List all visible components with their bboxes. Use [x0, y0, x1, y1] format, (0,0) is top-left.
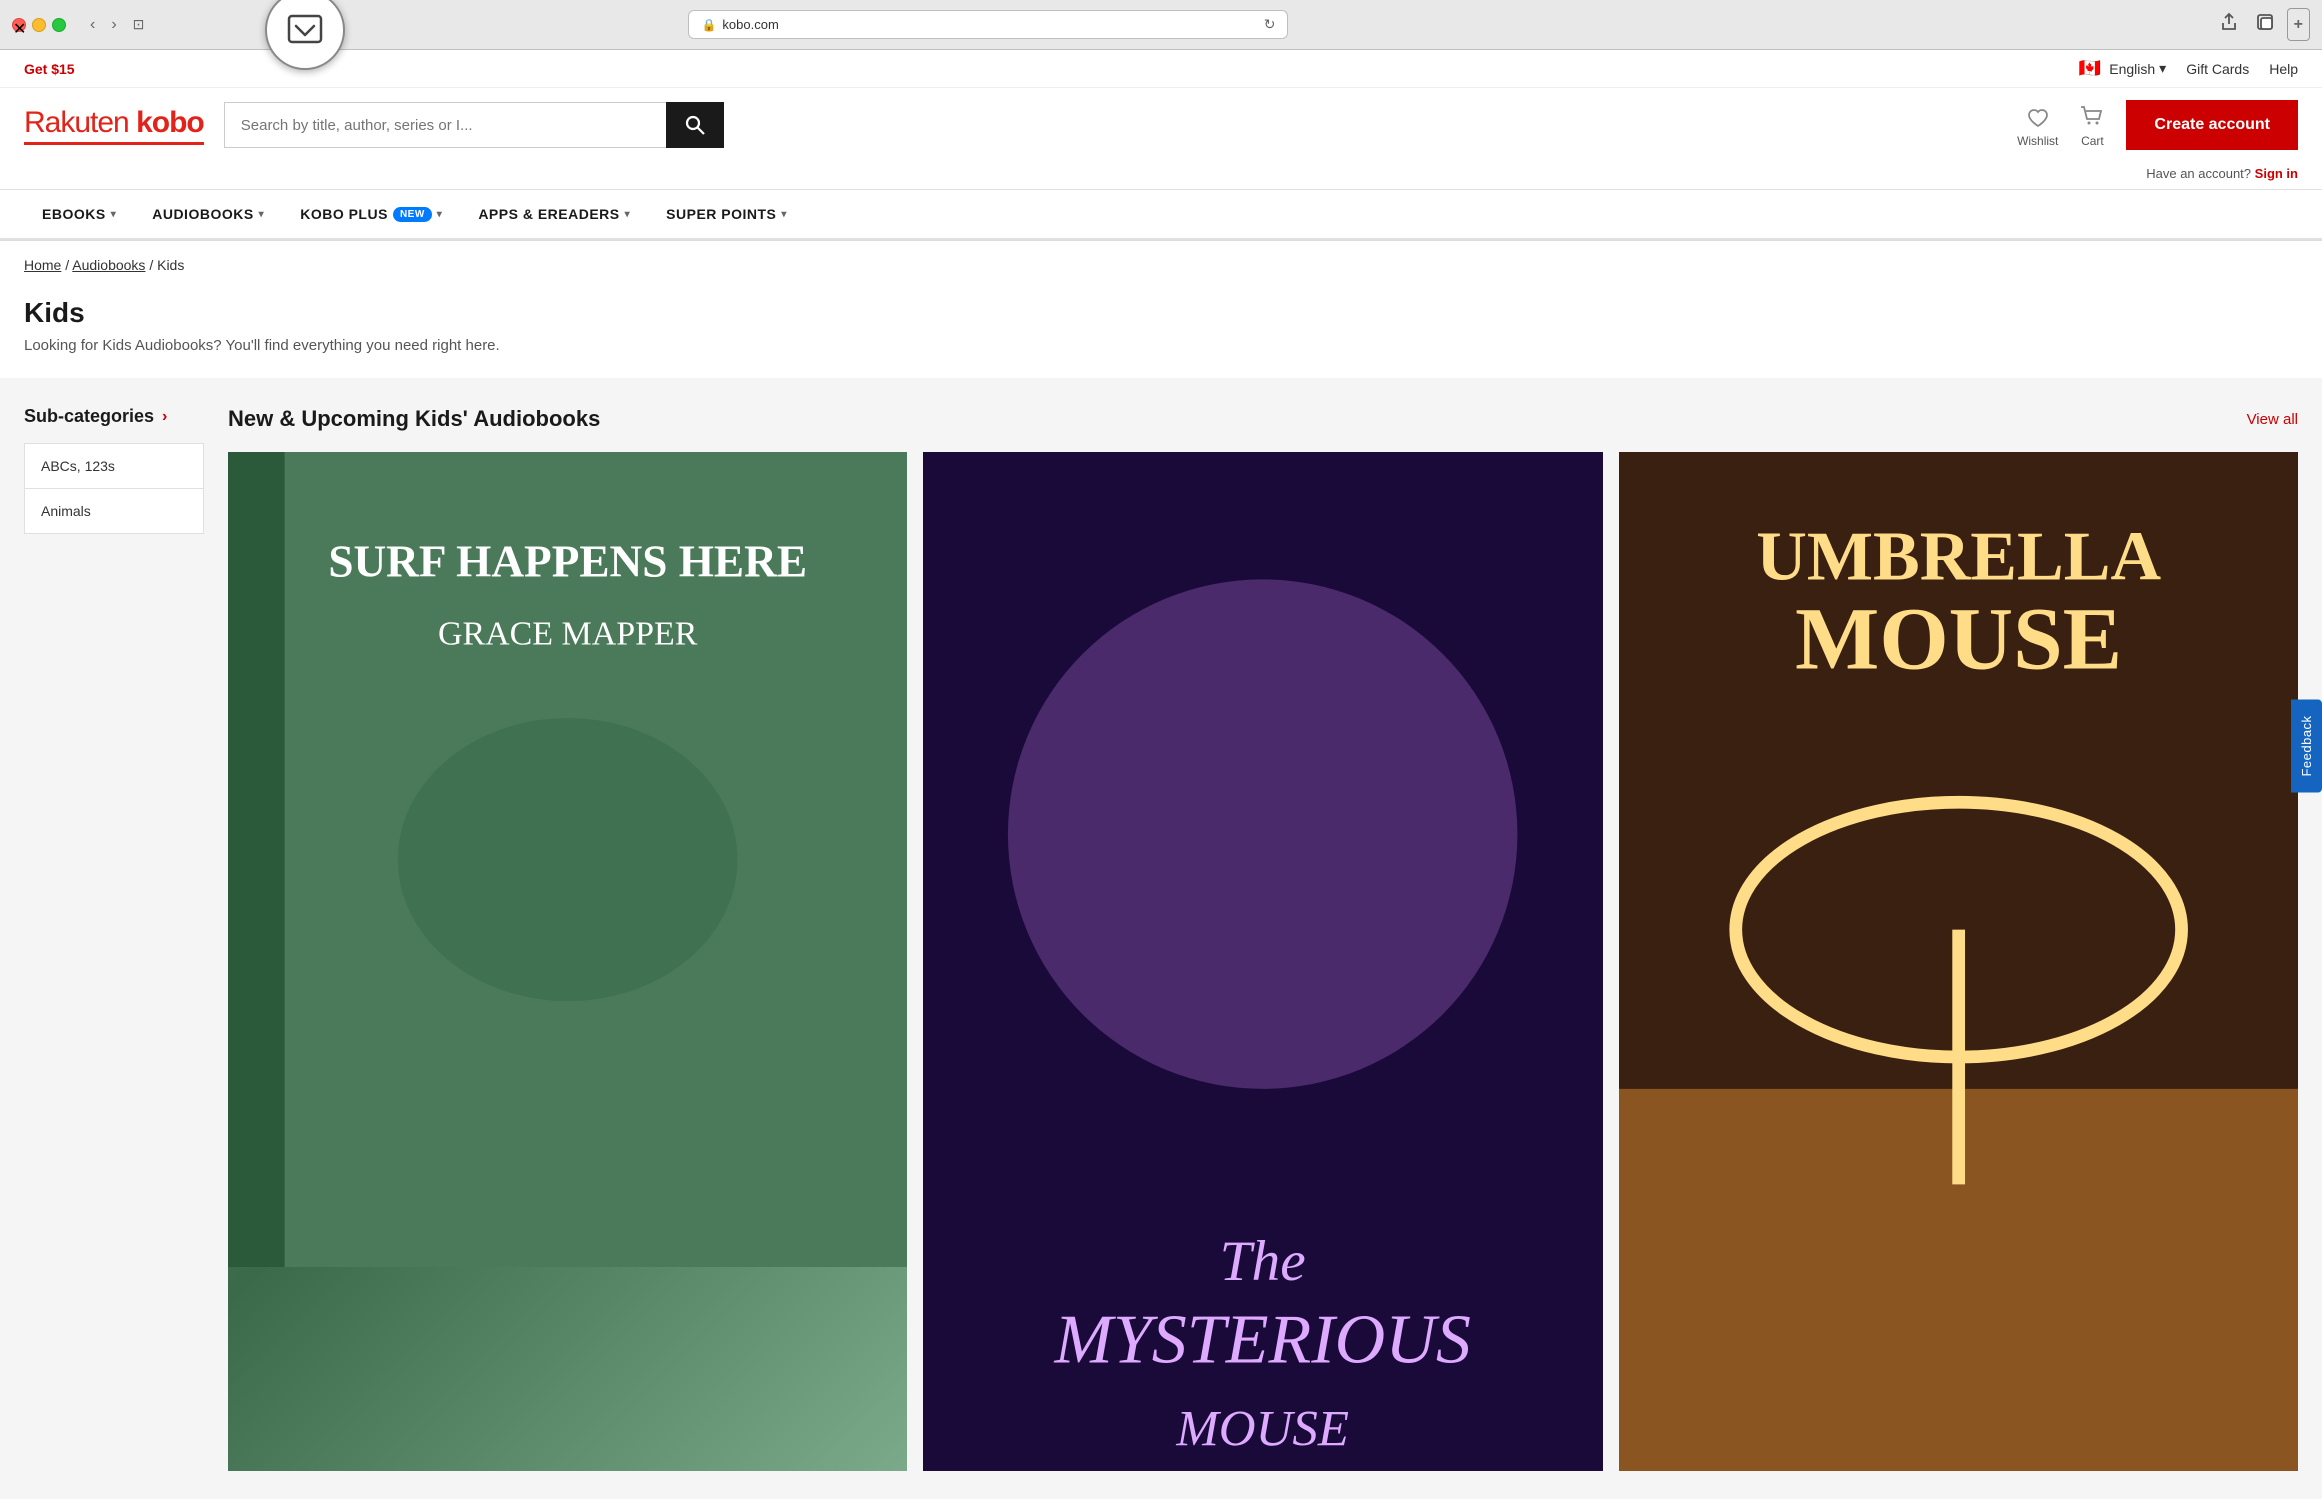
- main-header-wrapper: Rakuten kobo: [0, 88, 2322, 241]
- nav-item-audiobooks[interactable]: AUDIOBOOKS ▾: [134, 190, 282, 238]
- lock-icon: 🔒: [701, 18, 716, 32]
- url-text: kobo.com: [722, 17, 778, 32]
- help-link[interactable]: Help: [2269, 61, 2298, 77]
- nav-superpoints-chevron: ▾: [781, 209, 787, 220]
- nav-koboplus-label: KOBO PLUS: [300, 206, 388, 222]
- logo-underline: [24, 142, 204, 145]
- feedback-button[interactable]: Feedback: [2291, 699, 2322, 792]
- nav-ebooks-chevron: ▾: [111, 209, 117, 220]
- subcategory-list: ABCs, 123s Animals: [24, 443, 204, 534]
- maximize-window-button[interactable]: [52, 18, 66, 32]
- wishlist-button[interactable]: Wishlist: [2017, 103, 2058, 148]
- breadcrumb-audiobooks[interactable]: Audiobooks: [72, 257, 145, 273]
- page-title-section: Kids Looking for Kids Audiobooks? You'll…: [0, 289, 2322, 378]
- nav-item-ebooks[interactable]: eBOOKS ▾: [24, 190, 134, 238]
- minimize-window-button[interactable]: [32, 18, 46, 32]
- subcategories-title: Sub-categories: [24, 406, 154, 427]
- feedback-container: Feedback: [2291, 699, 2322, 792]
- nav-item-koboplus[interactable]: KOBO PLUS NEW ▾: [282, 190, 460, 238]
- language-label: English: [2109, 61, 2155, 77]
- nav-superpoints-label: SUPER POINTS: [666, 206, 776, 222]
- close-window-button[interactable]: ✕: [12, 18, 26, 32]
- book-cover-1: SURF HAPPENS HERE GRACE MAPPER: [228, 452, 907, 1471]
- language-dropdown-chevron: ▾: [2159, 60, 2166, 77]
- browser-chrome: ✕ ‹ › ⊡ 🔒 kobo.com ↻: [0, 0, 2322, 50]
- top-utility-bar: Get $15 🇨🇦 English ▾ Gift Cards Help: [0, 50, 2322, 88]
- logo[interactable]: Rakuten kobo: [24, 106, 204, 145]
- search-button[interactable]: [666, 102, 724, 148]
- logo-kobo: kobo: [129, 106, 204, 139]
- website-content: Get $15 🇨🇦 English ▾ Gift Cards Help Rak…: [0, 50, 2322, 1499]
- svg-text:The: The: [1220, 1230, 1306, 1293]
- svg-text:MOUSE: MOUSE: [1795, 591, 2122, 689]
- logo-text: Rakuten kobo: [24, 106, 204, 140]
- nav-item-superpoints[interactable]: SUPER POINTS ▾: [648, 190, 805, 238]
- subcategory-item-abcs[interactable]: ABCs, 123s: [25, 444, 203, 489]
- sidebar: Sub-categories › ABCs, 123s Animals: [24, 406, 204, 1471]
- breadcrumb-current: Kids: [157, 257, 184, 273]
- share-button[interactable]: [2215, 8, 2243, 41]
- traffic-lights: ✕: [12, 18, 66, 32]
- nav-koboplus-chevron: ▾: [437, 209, 443, 220]
- svg-text:MOUSE: MOUSE: [1176, 1402, 1350, 1458]
- nav-item-apps[interactable]: APPS & eREADERS ▾: [460, 190, 648, 238]
- browser-nav-buttons: ‹ › ⊡: [84, 12, 150, 38]
- sign-in-prompt-text: Have an account?: [2146, 166, 2251, 181]
- main-header: Rakuten kobo: [0, 88, 2322, 162]
- sign-in-link[interactable]: Sign in: [2255, 166, 2298, 181]
- header-actions: Wishlist Cart Create account: [2017, 100, 2298, 150]
- svg-text:SURF HAPPENS HERE: SURF HAPPENS HERE: [328, 537, 807, 587]
- breadcrumb-home[interactable]: Home: [24, 257, 61, 273]
- content-area: Sub-categories › ABCs, 123s Animals New …: [0, 378, 2322, 1499]
- nav-apps-label: APPS & eREADERS: [478, 206, 619, 222]
- main-content: New & Upcoming Kids' Audiobooks View all…: [228, 406, 2298, 1471]
- back-button[interactable]: ‹: [84, 12, 101, 38]
- view-all-link[interactable]: View all: [2247, 411, 2298, 428]
- book-card-2[interactable]: The MYSTERIOUS MOUSE: [923, 452, 1602, 1471]
- page-title: Kids: [24, 297, 2298, 329]
- search-container: [224, 102, 724, 148]
- create-account-button[interactable]: Create account: [2126, 100, 2298, 150]
- breadcrumb-sep2: /: [149, 257, 157, 273]
- language-selector[interactable]: English ▾: [2109, 60, 2166, 77]
- book-cover-2: The MYSTERIOUS MOUSE: [923, 452, 1602, 1471]
- nav-apps-chevron: ▾: [625, 209, 631, 220]
- address-bar[interactable]: 🔒 kobo.com ↻: [688, 10, 1288, 39]
- gift-cards-link[interactable]: Gift Cards: [2186, 61, 2249, 77]
- page-subtitle: Looking for Kids Audiobooks? You'll find…: [24, 337, 2298, 354]
- browser-toolbar-right: +: [2215, 8, 2310, 41]
- sign-in-prompt: Have an account? Sign in: [0, 162, 2322, 189]
- nav-koboplus-badge: NEW: [393, 207, 432, 222]
- cart-button[interactable]: Cart: [2078, 103, 2106, 148]
- nav-audiobooks-chevron: ▾: [259, 209, 265, 220]
- nav-ebooks-label: eBOOKS: [42, 206, 106, 222]
- forward-button[interactable]: ›: [105, 12, 122, 38]
- book-cover-3: UMBRELLA MOUSE: [1619, 452, 2298, 1471]
- section-title: New & Upcoming Kids' Audiobooks: [228, 406, 600, 432]
- canada-flag-icon: 🇨🇦: [2079, 58, 2101, 79]
- search-input[interactable]: [224, 102, 666, 148]
- book-grid: SURF HAPPENS HERE GRACE MAPPER The MYSTE…: [228, 452, 2298, 1471]
- wishlist-label: Wishlist: [2017, 134, 2058, 148]
- breadcrumb: Home / Audiobooks / Kids: [0, 241, 2322, 289]
- svg-text:UMBRELLA: UMBRELLA: [1756, 518, 2161, 595]
- cart-label: Cart: [2081, 134, 2104, 148]
- offer-text[interactable]: Get $15: [24, 61, 75, 77]
- subcategories-chevron: ›: [162, 408, 167, 426]
- svg-text:GRACE MAPPER: GRACE MAPPER: [438, 615, 698, 652]
- sidebar-button[interactable]: ⊡: [127, 12, 151, 38]
- nav-audiobooks-label: AUDIOBOOKS: [152, 206, 253, 222]
- main-navigation: eBOOKS ▾ AUDIOBOOKS ▾ KOBO PLUS NEW ▾ AP…: [0, 189, 2322, 240]
- new-tab-button[interactable]: +: [2287, 8, 2310, 41]
- subcategories-header[interactable]: Sub-categories ›: [24, 406, 204, 427]
- logo-rakuten: Rakuten: [24, 106, 129, 139]
- reload-button[interactable]: ↻: [1264, 16, 1276, 33]
- svg-text:MYSTERIOUS: MYSTERIOUS: [1054, 1302, 1471, 1379]
- subcategory-item-animals[interactable]: Animals: [25, 489, 203, 533]
- book-card-3[interactable]: UMBRELLA MOUSE: [1619, 452, 2298, 1471]
- section-header: New & Upcoming Kids' Audiobooks View all: [228, 406, 2298, 432]
- tabs-button[interactable]: [2251, 8, 2279, 41]
- book-card-1[interactable]: SURF HAPPENS HERE GRACE MAPPER: [228, 452, 907, 1471]
